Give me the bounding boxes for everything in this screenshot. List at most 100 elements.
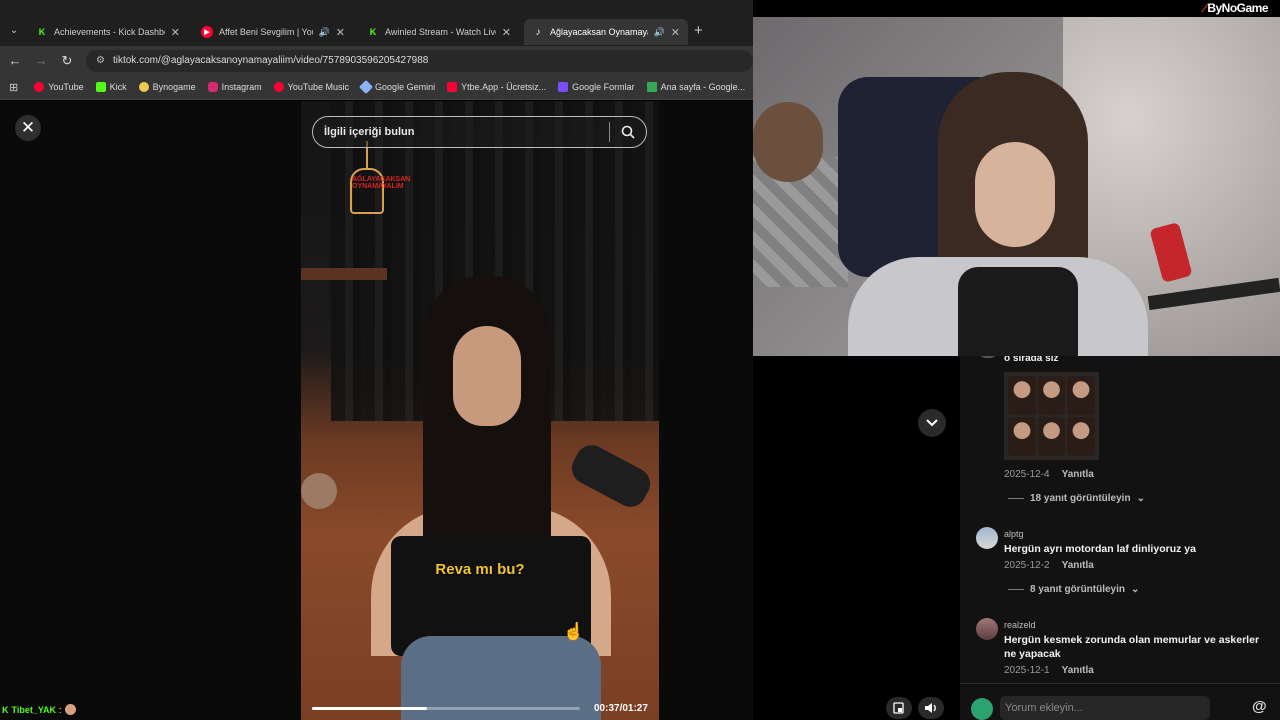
view-replies-button[interactable]: 8 yanıt görüntüleyin ⌄ xyxy=(1008,584,1139,595)
pip-icon xyxy=(893,702,904,714)
chevron-down-icon: ⌄ xyxy=(1131,584,1140,595)
comment-date: 2025-12-2 xyxy=(1004,560,1050,571)
guest-face xyxy=(453,326,521,426)
view-replies-label: 18 yanıt görüntüleyin xyxy=(1030,493,1131,504)
reply-button[interactable]: Yanıtla xyxy=(1062,560,1094,571)
cam-streamer-shirt xyxy=(958,267,1078,356)
speaker-icon[interactable]: 🔊 xyxy=(654,27,665,38)
comment-text-partial: o sırada siz xyxy=(1004,356,1059,364)
back-button[interactable]: ← xyxy=(4,53,26,68)
scroll-down-button[interactable] xyxy=(918,409,946,437)
face-thumb xyxy=(1037,376,1066,415)
bookmark-instagram[interactable]: Instagram xyxy=(207,82,262,92)
bookmark-google-drive[interactable]: Ana sayfa - Google... xyxy=(646,82,745,92)
address-bar-row: ← → ↻ ⚙ tiktok.com/@aglayacaksanoynamaya… xyxy=(0,46,753,75)
video-time: 00:37/01:27 xyxy=(594,703,648,714)
comment-image[interactable] xyxy=(1004,372,1099,460)
url-text: tiktok.com/@aglayacaksanoynamayaliim/vid… xyxy=(112,55,429,66)
face-thumb xyxy=(1067,417,1095,456)
bookmark-kick[interactable]: Kick xyxy=(95,82,127,92)
comment-date: 2025-12-4 xyxy=(1004,469,1050,480)
my-avatar xyxy=(971,698,993,720)
comment-input[interactable]: Yorum ekleyin... xyxy=(1000,696,1210,720)
comment-text: Hergün ayrı motordan laf dinliyoruz ya xyxy=(1004,543,1196,555)
volume-button[interactable] xyxy=(918,697,944,719)
close-tab-icon[interactable]: ✕ xyxy=(671,26,680,39)
picture-in-picture-button[interactable] xyxy=(886,697,912,719)
face-thumb xyxy=(1067,376,1095,415)
comment-meta: 2025-12-1 Yanıtla xyxy=(1004,665,1094,676)
youtube-icon xyxy=(34,82,45,92)
bookmark-label: Bynogame xyxy=(152,82,196,92)
bookmark-label: YouTube xyxy=(48,82,84,92)
tab-awinled-stream[interactable]: K Awinled Stream - Watch Live on ✕ xyxy=(359,19,519,45)
bookmark-label: YouTube Music xyxy=(287,82,350,92)
bookmark-youtube-music[interactable]: YouTube Music xyxy=(273,82,350,92)
bookmark-label: Ytbe.App - Ücretsiz... xyxy=(461,82,547,92)
google-forms-icon xyxy=(558,82,569,92)
bookmark-bynogame[interactable]: Bynogame xyxy=(138,82,196,92)
avatar[interactable] xyxy=(976,618,998,640)
close-tab-icon[interactable]: ✕ xyxy=(171,26,180,39)
reply-button[interactable]: Yanıtla xyxy=(1062,665,1094,676)
mouse-cursor-icon: ☝ xyxy=(563,622,585,641)
face-thumb xyxy=(1037,417,1066,456)
face-thumb xyxy=(1008,376,1036,415)
tab-tiktok-active[interactable]: ♪ Ağlayacaksan Oynamayalım 🔊 ✕ xyxy=(524,19,688,45)
related-content-search[interactable]: İlgili içeriği bulun xyxy=(312,116,647,148)
tab-label: Achievements - Kick Dashboard xyxy=(54,27,165,37)
bookmark-google-gemini[interactable]: Google Gemini xyxy=(358,79,435,95)
screen: ⌄ K Achievements - Kick Dashboard ✕ ▶ Af… xyxy=(0,0,1280,720)
show-logo: AĞLAYACAKSAN OYNAMAYALIM xyxy=(350,168,410,214)
bookmark-youtube[interactable]: YouTube xyxy=(34,82,84,92)
new-tab-button[interactable]: + xyxy=(694,23,703,39)
tab-youtube-music[interactable]: ▶ Affet Beni Sevgilim | YouTub 🔊 ✕ xyxy=(193,19,353,45)
google-drive-icon xyxy=(646,82,657,92)
close-tab-icon[interactable]: ✕ xyxy=(502,26,511,39)
search-input[interactable]: İlgili içeriği bulun xyxy=(313,126,609,138)
video-player[interactable]: AĞLAYACAKSAN OYNAMAYALIM Reva mı bu? ☝ 0… xyxy=(301,101,659,720)
video-guest-woman xyxy=(361,276,611,720)
progress-fill xyxy=(312,707,428,710)
tab-list-button[interactable]: ⌄ xyxy=(6,23,22,39)
speaker-icon xyxy=(925,703,936,713)
close-video-button[interactable]: ✕ xyxy=(15,115,41,141)
video-progress-bar[interactable] xyxy=(312,707,580,710)
kick-icon: K xyxy=(38,27,46,37)
tiktok-icon: ♪ xyxy=(535,26,541,38)
view-replies-button[interactable]: 18 yanıt görüntüleyin ⌄ xyxy=(1008,493,1145,504)
close-tab-icon[interactable]: ✕ xyxy=(336,26,345,39)
video-subtitle: Reva mı bu? xyxy=(435,561,525,578)
reload-button[interactable]: ↻ xyxy=(56,53,78,69)
speaker-icon[interactable]: 🔊 xyxy=(319,27,330,38)
youtube-music-icon: ▶ xyxy=(201,26,213,38)
reply-button[interactable]: Yanıtla xyxy=(1062,469,1094,480)
chat-username: Tibet_YAK xyxy=(11,704,57,715)
overlay-avatar xyxy=(301,473,337,509)
tab-label: Awinled Stream - Watch Live on xyxy=(385,27,496,37)
avatar[interactable] xyxy=(976,527,998,549)
bynogame-icon xyxy=(138,82,149,92)
url-field[interactable]: ⚙ tiktok.com/@aglayacaksanoynamayaliim/v… xyxy=(86,49,753,72)
bookmark-ytbe-app[interactable]: Ytbe.App - Ücretsiz... xyxy=(447,82,546,92)
site-info-icon[interactable]: ⚙ xyxy=(96,55,105,66)
gemini-icon xyxy=(358,79,374,95)
brand-name: ByNoGame xyxy=(1207,1,1268,15)
bookmark-google-forms[interactable]: Google Formlar xyxy=(558,82,635,92)
bookmarks-bar: ⊞ YouTube Kick Bynogame Instagram YouTub… xyxy=(0,75,753,100)
youtube-music-icon xyxy=(273,82,284,92)
kick-icon: K xyxy=(2,704,9,715)
chat-separator: : xyxy=(59,704,62,715)
apps-grid-icon[interactable]: ⊞ xyxy=(9,81,18,94)
comment-username[interactable]: alptg xyxy=(1004,529,1024,539)
forward-button[interactable]: → xyxy=(30,53,52,68)
bookmark-label: Kick xyxy=(109,82,127,92)
youtube-icon xyxy=(447,82,458,92)
view-replies-label: 8 yanıt görüntüleyin xyxy=(1030,584,1126,595)
comment-username[interactable]: realzeld xyxy=(1004,620,1036,630)
mention-button[interactable]: @ xyxy=(1252,698,1267,715)
tab-kick-dashboard[interactable]: K Achievements - Kick Dashboard ✕ xyxy=(28,19,188,45)
cam-streamer-face xyxy=(975,142,1055,247)
search-icon[interactable] xyxy=(610,117,646,147)
comment-meta: 2025-12-2 Yanıtla xyxy=(1004,560,1094,571)
